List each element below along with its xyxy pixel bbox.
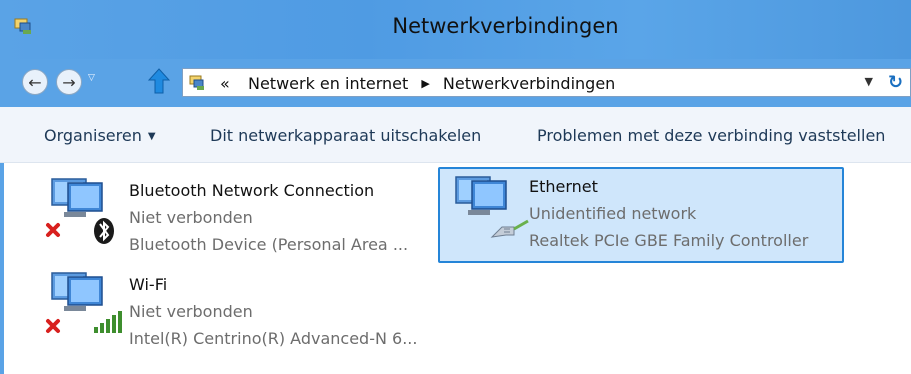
- connection-status: Unidentified network: [529, 204, 697, 223]
- up-arrow-icon[interactable]: [148, 67, 170, 95]
- connection-name: Ethernet: [529, 177, 598, 196]
- window-title: Netwerkverbindingen: [392, 14, 619, 38]
- refresh-button[interactable]: ↻: [881, 68, 911, 97]
- caret-down-icon: ▼: [147, 131, 156, 142]
- breadcrumb-item-network-connections[interactable]: Netwerkverbindingen: [443, 74, 615, 93]
- command-bar: Organiseren ▼ Dit netwerkapparaat uitscha…: [0, 107, 911, 163]
- connections-list: Bluetooth Network Connection Niet verbon…: [0, 163, 911, 374]
- refresh-icon: ↻: [887, 72, 904, 93]
- diagnose-connection-button[interactable]: Problemen met deze verbinding vaststelle…: [537, 126, 885, 145]
- arrow-left-icon: ←: [28, 72, 42, 92]
- connection-item-bluetooth[interactable]: Bluetooth Network Connection Niet verbon…: [44, 167, 408, 257]
- connection-device: Realtek PCIe GBE Family Controller: [529, 231, 809, 250]
- connection-name: Wi-Fi: [129, 275, 168, 294]
- title-bar[interactable]: Netwerkverbindingen: [0, 0, 911, 59]
- forward-button[interactable]: →: [56, 69, 82, 95]
- navigation-bar: ← → ▽ « Netwerk en internet ▶ Netwerkver…: [0, 59, 911, 107]
- breadcrumb-item-network-internet[interactable]: Netwerk en internet: [248, 74, 408, 93]
- connection-item-ethernet[interactable]: Ethernet Unidentified network Realtek PC…: [438, 167, 844, 263]
- organize-menu-button[interactable]: Organiseren ▼: [44, 126, 156, 145]
- chevron-down-icon[interactable]: ▼: [865, 75, 873, 88]
- back-button[interactable]: ←: [22, 69, 48, 95]
- breadcrumb-separator-icon[interactable]: ▶: [421, 77, 429, 90]
- bluetooth-network-icon: [46, 178, 114, 244]
- connection-status: Niet verbonden: [129, 302, 253, 321]
- breadcrumb-overflow[interactable]: «: [220, 74, 230, 93]
- wifi-network-icon: [46, 272, 122, 333]
- connection-device: Bluetooth Device (Personal Area ...: [129, 235, 409, 254]
- connection-item-wifi[interactable]: Wi-Fi Niet verbonden Intel(R) Centrino(R…: [44, 261, 417, 351]
- connection-name: Bluetooth Network Connection: [129, 181, 375, 200]
- recent-locations-dropdown[interactable]: ▽: [88, 73, 95, 83]
- address-bar[interactable]: « Netwerk en internet ▶ Netwerkverbindin…: [182, 68, 882, 97]
- connection-device: Intel(R) Centrino(R) Advanced-N 6...: [129, 329, 418, 348]
- breadcrumb: « Netwerk en internet ▶ Netwerkverbindin…: [220, 74, 615, 93]
- disable-device-button[interactable]: Dit netwerkapparaat uitschakelen: [210, 126, 481, 145]
- organize-label: Organiseren: [44, 126, 142, 145]
- connection-status: Niet verbonden: [129, 208, 253, 227]
- arrow-right-icon: →: [62, 72, 76, 92]
- ethernet-network-icon: [455, 176, 529, 238]
- window-left-border: [0, 163, 4, 374]
- network-folder-icon: [189, 75, 204, 90]
